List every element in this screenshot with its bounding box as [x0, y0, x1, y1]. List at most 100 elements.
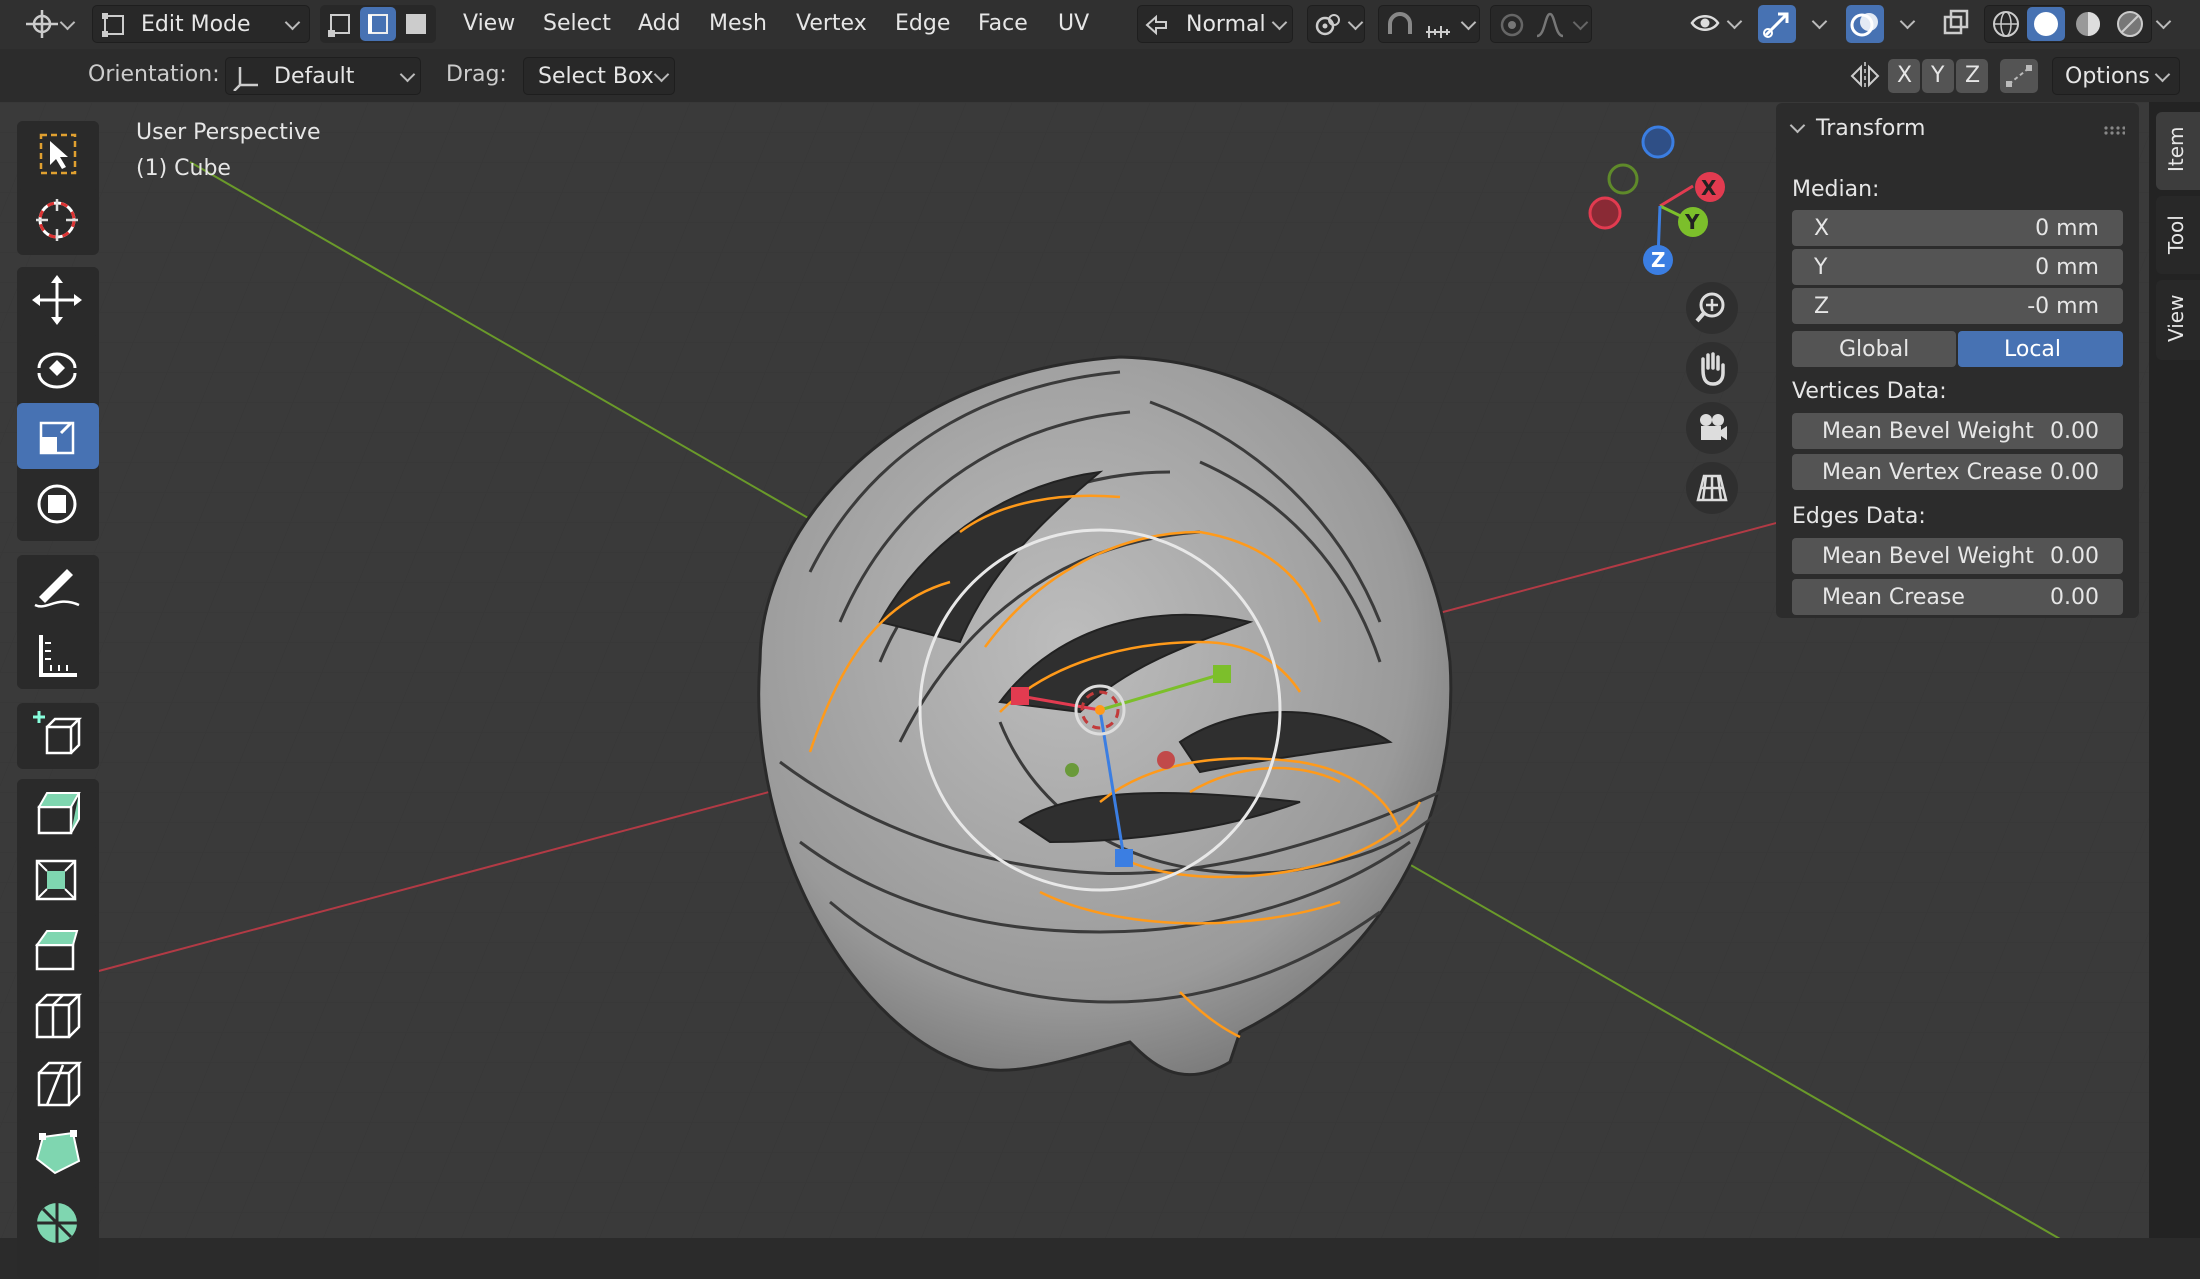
drag-dropdown[interactable]: Select Box: [523, 57, 675, 95]
select-box-tool[interactable]: [17, 121, 99, 187]
vertex-select-icon: [328, 14, 350, 37]
rotate-icon: [37, 352, 77, 389]
gizmo-y-label: Y: [1685, 210, 1700, 234]
global-toggle[interactable]: Global: [1792, 331, 1956, 367]
inset-tool[interactable]: [17, 847, 99, 913]
inset-icon: [35, 859, 77, 901]
spin-tool[interactable]: [17, 1187, 99, 1253]
shading-options-chevron[interactable]: [2155, 13, 2172, 30]
local-toggle[interactable]: Local: [1958, 331, 2123, 367]
header-bar: Edit Mode View Select Add Mesh Vertex Ed…: [0, 0, 2200, 49]
visibility-selector[interactable]: [1687, 5, 1745, 43]
pivot-point-selector[interactable]: [1307, 5, 1365, 43]
transform-tool[interactable]: [17, 471, 99, 537]
loop-cut-icon: [35, 993, 83, 1039]
orientation-value: Default: [274, 64, 355, 89]
falloff-curve-icon[interactable]: [1535, 12, 1565, 38]
transform-title[interactable]: Transform: [1816, 118, 1925, 140]
tab-tool[interactable]: Tool: [2156, 196, 2200, 274]
face-select-button[interactable]: [398, 7, 434, 41]
edge-select-button[interactable]: [360, 7, 396, 41]
perspective-toggle-button[interactable]: [1686, 462, 1738, 514]
rendered-shading-button[interactable]: [2111, 7, 2149, 41]
mirror-y-toggle[interactable]: Y: [1922, 59, 1954, 93]
transform-icon: [37, 484, 77, 524]
topology-mirror-toggle[interactable]: [2000, 59, 2038, 93]
active-object-name: (1) Cube: [136, 156, 231, 181]
drag-handle-icon[interactable]: [2103, 125, 2125, 135]
poly-build-tool[interactable]: [17, 1119, 99, 1185]
median-z-field[interactable]: Z -0 mm: [1792, 288, 2123, 324]
pencil-icon: [34, 569, 80, 608]
median-x-field[interactable]: X 0 mm: [1792, 210, 2123, 246]
menu-add[interactable]: Add: [638, 13, 681, 35]
edge-mean-crease-field[interactable]: Mean Crease 0.00: [1792, 579, 2123, 615]
menu-uv[interactable]: UV: [1058, 13, 1089, 35]
add-cube-tool[interactable]: [17, 703, 99, 769]
move-icon: [32, 275, 82, 325]
rotate-tool[interactable]: [17, 335, 99, 401]
menu-select[interactable]: Select: [543, 13, 611, 35]
edges-data-label: Edges Data:: [1792, 504, 1926, 529]
mirror-z-toggle[interactable]: Z: [1956, 59, 1988, 93]
wireframe-shading-button[interactable]: [1987, 7, 2025, 41]
orientation-label: Orientation:: [88, 62, 220, 87]
median-y-field[interactable]: Y 0 mm: [1792, 249, 2123, 285]
tab-item[interactable]: Item: [2156, 112, 2200, 190]
transform-collapse-chevron[interactable]: [1789, 117, 1806, 134]
pan-button[interactable]: [1686, 342, 1738, 394]
bevel-icon: [35, 930, 79, 971]
extrude-tool[interactable]: [17, 779, 99, 845]
camera-view-button[interactable]: [1686, 402, 1738, 454]
grid-perspective-icon: [1696, 474, 1728, 502]
view-name: User Perspective: [136, 120, 321, 145]
solid-sphere-icon: [2034, 12, 2058, 36]
editor-type-button[interactable]: [18, 6, 78, 42]
material-shading-button[interactable]: [2069, 7, 2107, 41]
transform-orientation-selector[interactable]: Normal: [1137, 5, 1293, 43]
knife-tool[interactable]: [17, 1051, 99, 1117]
mode-selector[interactable]: Edit Mode: [92, 5, 310, 43]
edge-select-icon: [368, 14, 388, 34]
mirror-icon[interactable]: [1848, 59, 1882, 93]
zoom-button[interactable]: [1686, 282, 1738, 334]
gizmo-toggle-button[interactable]: [1758, 5, 1796, 43]
gizmo-toggle-group: [1758, 5, 1838, 43]
menu-mesh[interactable]: Mesh: [709, 13, 767, 35]
xray-toggle-button[interactable]: [1937, 5, 1975, 43]
measure-tool[interactable]: [17, 623, 99, 689]
cursor-tool[interactable]: [17, 189, 99, 255]
orientation-dropdown[interactable]: Default: [225, 57, 421, 95]
menu-edge[interactable]: Edge: [895, 13, 950, 35]
hand-icon: [1701, 352, 1725, 386]
menu-face[interactable]: Face: [978, 13, 1028, 35]
material-sphere-icon: [2076, 12, 2100, 36]
edge-mean-bevel-weight-field[interactable]: Mean Bevel Weight 0.00: [1792, 538, 2123, 574]
menu-vertex[interactable]: Vertex: [796, 13, 867, 35]
eye-icon: [1690, 15, 1720, 31]
select-mode-group: [320, 5, 436, 43]
sidebar-transform-panel: Transform Median: X 0 mm Y 0 mm Z -0 mm …: [1776, 103, 2139, 618]
mean-vertex-crease-field[interactable]: Mean Vertex Crease 0.00: [1792, 454, 2123, 490]
move-tool[interactable]: [17, 267, 99, 333]
snap-increment-icon[interactable]: [1423, 12, 1453, 38]
annotate-tool[interactable]: [17, 555, 99, 621]
magnet-icon[interactable]: [1385, 12, 1415, 38]
vertices-data-label: Vertices Data:: [1792, 379, 1947, 404]
extrude-icon: [37, 792, 81, 835]
menu-view[interactable]: View: [463, 13, 515, 35]
shading-group: [1984, 5, 2152, 43]
select-box-icon: [39, 133, 77, 175]
solid-shading-button[interactable]: [2027, 7, 2065, 41]
options-dropdown[interactable]: Options: [2052, 57, 2180, 95]
bevel-tool[interactable]: [17, 915, 99, 981]
mirror-x-toggle[interactable]: X: [1888, 59, 1920, 93]
proportional-editing-icon[interactable]: [1497, 12, 1527, 38]
tab-view[interactable]: View: [2156, 280, 2200, 360]
axis-orientation-icon: [233, 67, 258, 91]
vertex-mean-bevel-weight-field[interactable]: Mean Bevel Weight 0.00: [1792, 413, 2123, 449]
overlays-toggle-button[interactable]: [1846, 5, 1884, 43]
scale-tool[interactable]: [17, 403, 99, 469]
loop-cut-tool[interactable]: [17, 983, 99, 1049]
vertex-select-button[interactable]: [322, 7, 358, 41]
